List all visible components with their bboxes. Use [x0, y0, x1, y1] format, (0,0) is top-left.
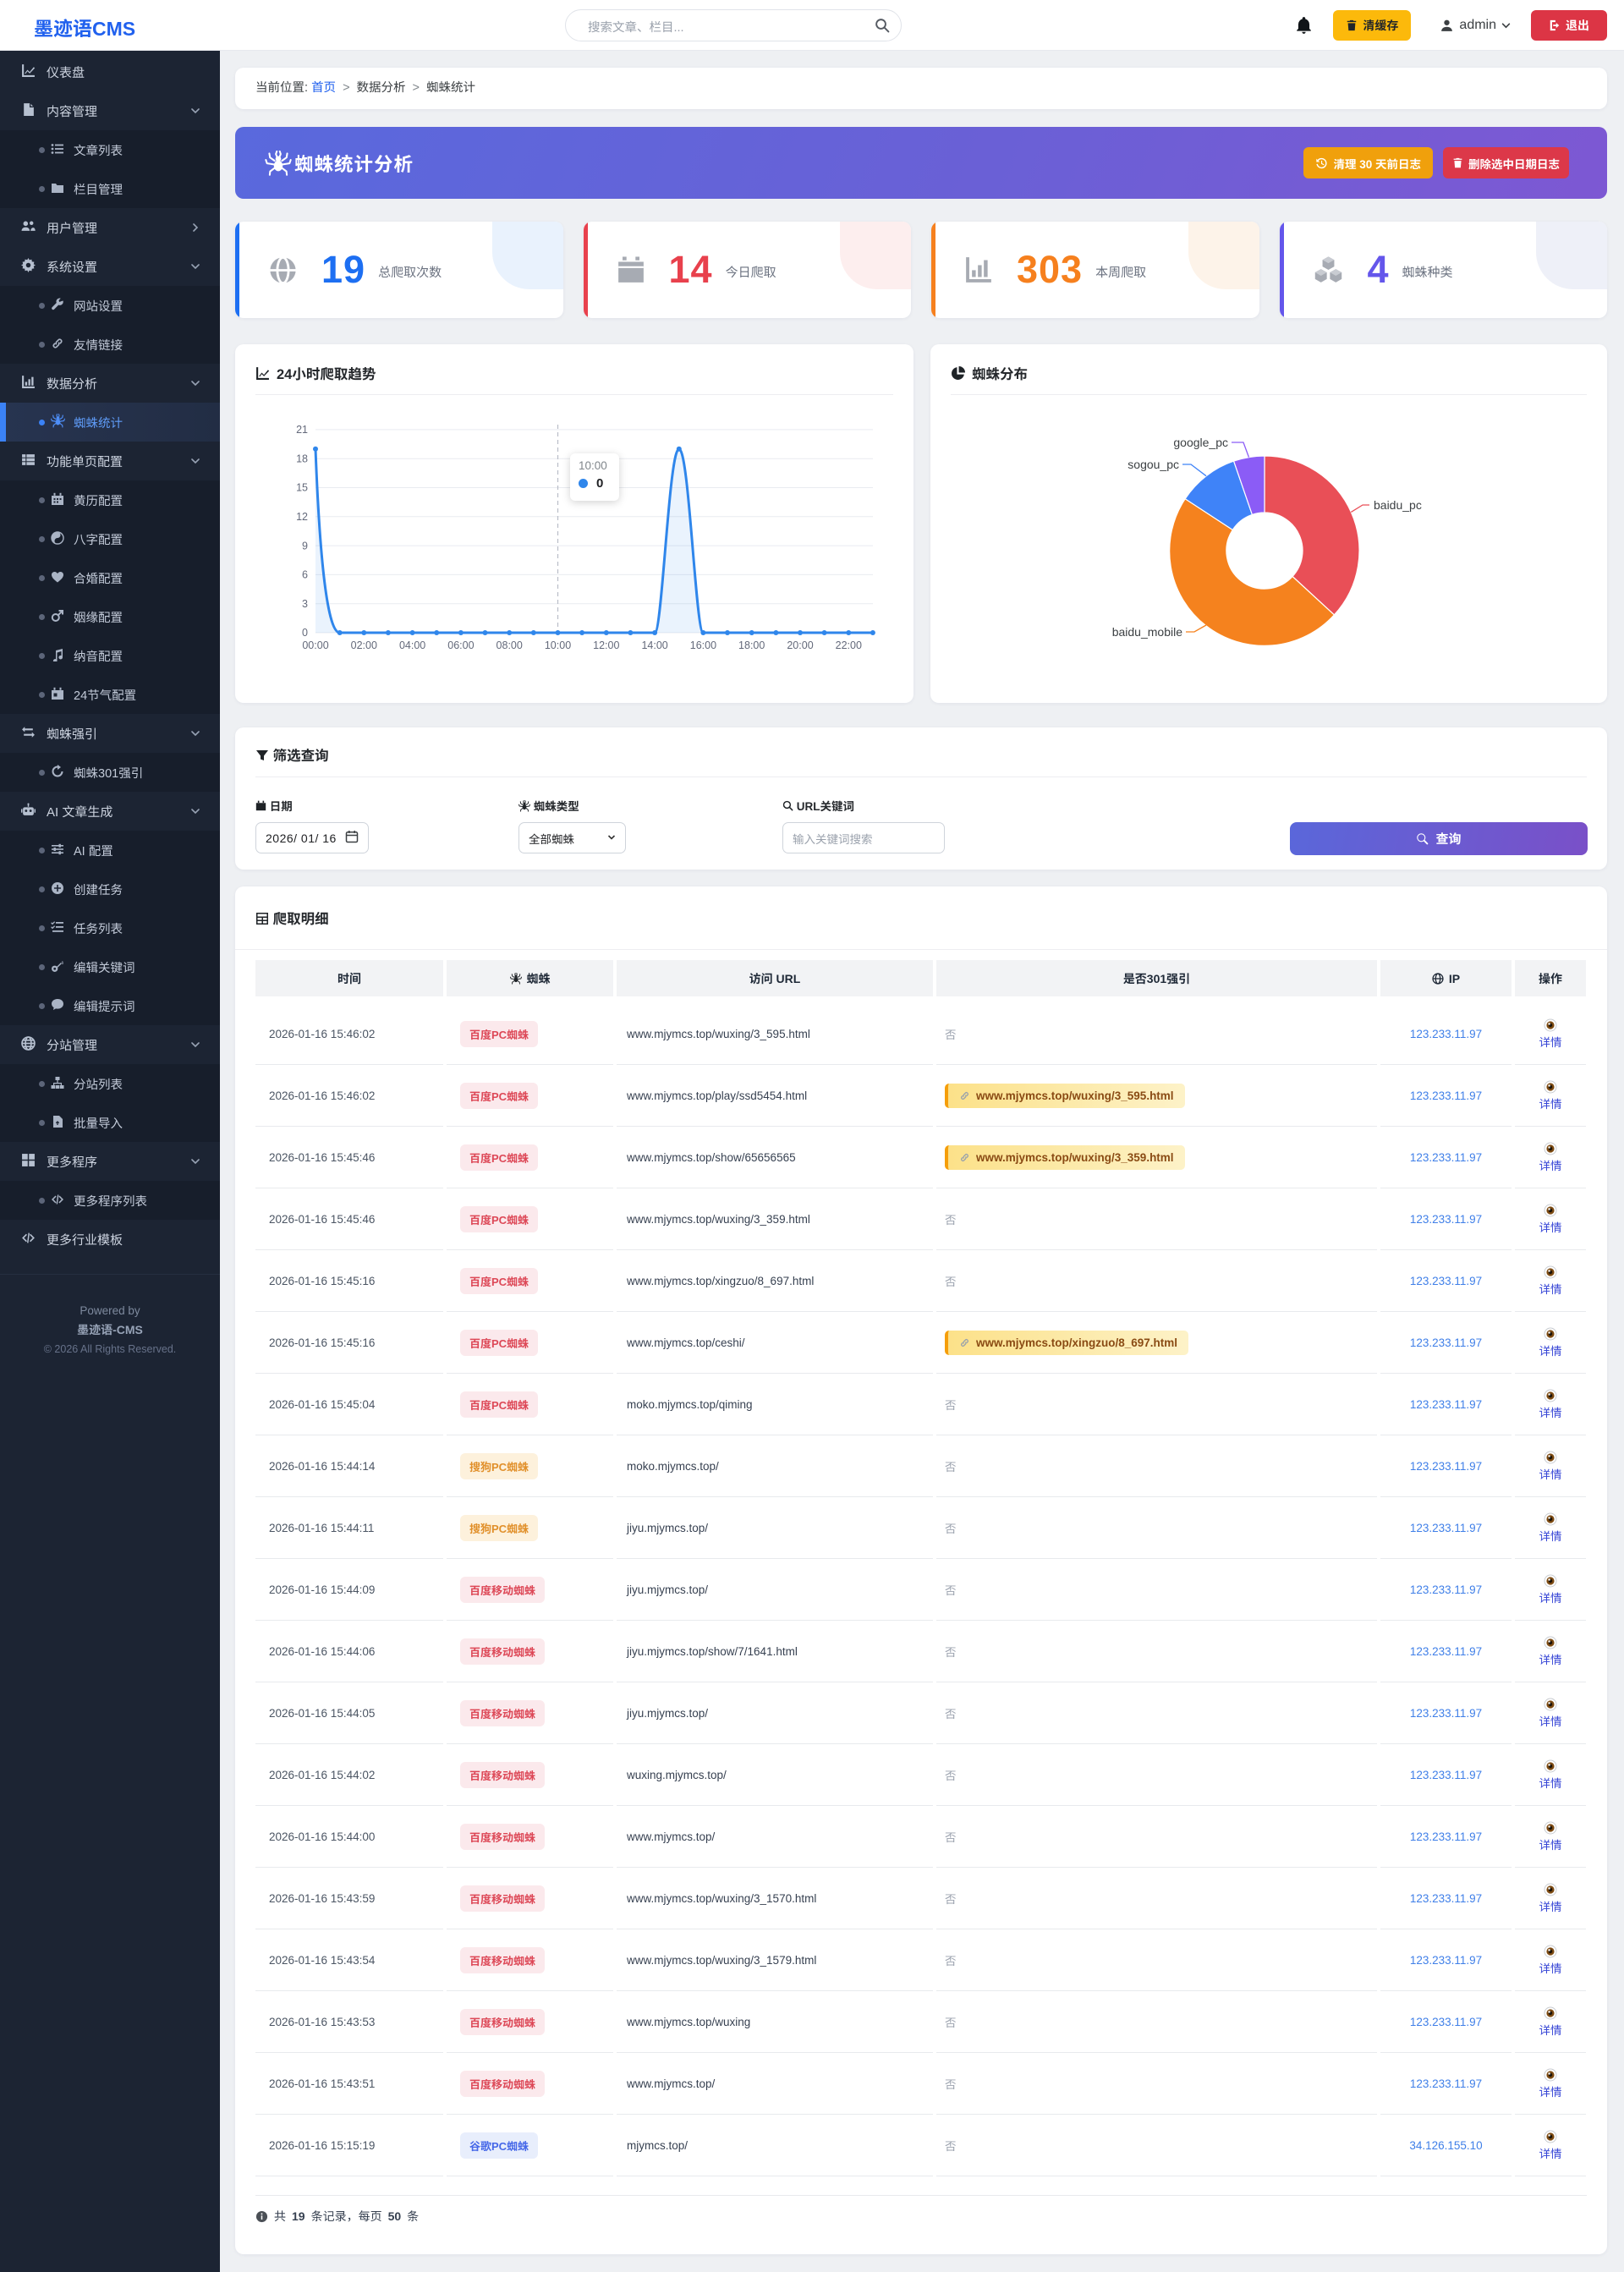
svg-text:18: 18	[296, 453, 308, 464]
svg-text:google_pc: google_pc	[1173, 436, 1228, 449]
svg-text:0: 0	[302, 627, 308, 639]
svg-text:04:00: 04:00	[399, 639, 425, 651]
svg-text:21: 21	[296, 424, 308, 436]
svg-text:6: 6	[302, 569, 308, 581]
svg-text:sogou_pc: sogou_pc	[1127, 458, 1179, 471]
svg-text:20:00: 20:00	[787, 639, 813, 651]
svg-text:14:00: 14:00	[641, 639, 667, 651]
svg-text:08:00: 08:00	[497, 639, 523, 651]
svg-text:9: 9	[302, 540, 308, 552]
svg-text:02:00: 02:00	[351, 639, 377, 651]
svg-text:18:00: 18:00	[738, 639, 765, 651]
svg-text:3: 3	[302, 598, 308, 610]
svg-text:00:00: 00:00	[302, 639, 328, 651]
svg-text:baidu_pc: baidu_pc	[1374, 498, 1422, 512]
svg-text:10:00: 10:00	[545, 639, 571, 651]
svg-text:22:00: 22:00	[836, 639, 862, 651]
svg-text:12:00: 12:00	[593, 639, 619, 651]
svg-text:16:00: 16:00	[690, 639, 716, 651]
svg-text:15: 15	[296, 482, 308, 494]
svg-text:12: 12	[296, 511, 308, 523]
svg-text:baidu_mobile: baidu_mobile	[1112, 625, 1182, 639]
svg-text:06:00: 06:00	[447, 639, 474, 651]
